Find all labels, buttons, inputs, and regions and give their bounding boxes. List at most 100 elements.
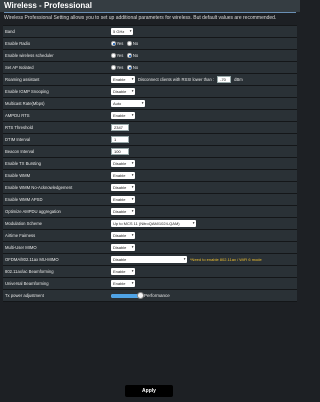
radio-button-icon xyxy=(111,53,116,58)
dropdown-arrow-icon: ▾ xyxy=(131,281,134,286)
settings-row-optimize-ampdu: Optimize AMPDU aggregation Disable ▾ xyxy=(3,206,297,218)
radio-button-icon xyxy=(111,41,116,46)
settings-row-ofdma: OFDMA/802.11ax MU-MIMO Disable ▾ *Need to… xyxy=(3,254,297,266)
settings-row-beacon-interval: Beacon Interval 100 xyxy=(3,146,297,158)
settings-row-ap-isolated: Set AP Isolated Yes No xyxy=(3,62,297,74)
radio-button-icon xyxy=(127,65,132,70)
dtim-interval-input[interactable]: 1 xyxy=(111,136,129,143)
settings-row-wmm-apsd: Enable WMM APSD Enable ▾ xyxy=(3,194,297,206)
dropdown-arrow-icon: ▾ xyxy=(183,257,186,262)
dropdown-arrow-icon: ▾ xyxy=(131,209,134,214)
settings-row-airtime-fairness: Airtime Fairness Disable ▾ xyxy=(3,230,297,242)
modulation-scheme-select[interactable]: Up to MCS 11 (NitroQAM/1024-QAM) ▾ xyxy=(111,219,196,228)
airtime-fairness-select[interactable]: Disable ▾ xyxy=(111,231,135,240)
scheduler-no[interactable]: No xyxy=(127,53,138,58)
enable-radio-yes[interactable]: Yes xyxy=(111,41,123,46)
wmm-no-ack-select[interactable]: Disable ▾ xyxy=(111,183,135,192)
scheduler-yes[interactable]: Yes xyxy=(111,53,123,58)
dropdown-arrow-icon: ▾ xyxy=(192,221,195,226)
settings-row-wmm-no-ack: Enable WMM No-Acknowledgement Disable ▾ xyxy=(3,182,297,194)
tx-power-slider[interactable] xyxy=(111,292,144,299)
multi-user-mimo-select[interactable]: Disable ▾ xyxy=(111,243,135,252)
dropdown-arrow-icon: ▾ xyxy=(131,173,134,178)
setting-label: RTS Threshold xyxy=(5,125,34,130)
setting-label: Beacon Interval xyxy=(5,149,35,154)
rssi-input[interactable]: -70 xyxy=(217,76,232,83)
settings-row-wireless-scheduler: Enable wireless scheduler Yes No xyxy=(3,50,297,62)
enable-radio-no[interactable]: No xyxy=(127,41,138,46)
setting-label: Enable TX Bursting xyxy=(5,161,42,166)
settings-row-rts-threshold: RTS Threshold 2347 xyxy=(3,122,297,134)
settings-row-beamforming: 802.11ax/ac Beamforming Enable ▾ xyxy=(3,266,297,278)
settings-row-wmm: Enable WMM Enable ▾ xyxy=(3,170,297,182)
settings-row-roaming-assistant: Roaming assistant Enable ▾ Disconnect cli… xyxy=(3,74,297,86)
settings-row-igmp-snooping: Enable IGMP Snooping Disable ▾ xyxy=(3,86,297,98)
setting-label: Airtime Fairness xyxy=(5,233,36,238)
slider-handle[interactable] xyxy=(137,292,144,299)
settings-row-universal-beamforming: Universal Beamforming Enable ▾ xyxy=(3,278,297,290)
setting-label: Multicast Rate(Mbps) xyxy=(5,101,45,106)
settings-row-modulation-scheme: Modulation Scheme Up to MCS 11 (NitroQAM… xyxy=(3,218,297,230)
page-header: Wireless - Professional xyxy=(0,0,300,12)
settings-table: Band 5 GHz ▾ Enable Radio Yes No Enable w… xyxy=(3,25,297,302)
setting-label: Enable wireless scheduler xyxy=(5,53,54,58)
settings-row-multicast-rate: Multicast Rate(Mbps) Auto ▾ xyxy=(3,98,297,110)
beamforming-select[interactable]: Enable ▾ xyxy=(111,267,135,276)
setting-label: Enable Radio xyxy=(5,41,31,46)
setting-label: Multi-User MIMO xyxy=(5,245,37,250)
setting-label: Enable WMM APSD xyxy=(5,197,43,202)
dropdown-arrow-icon: ▾ xyxy=(131,161,134,166)
radio-button-icon xyxy=(127,41,132,46)
rssi-description: Disconnect clients with RSSI lower than … xyxy=(138,77,215,82)
settings-row-tx-bursting: Enable TX Bursting Disable ▾ xyxy=(3,158,297,170)
rts-threshold-input[interactable]: 2347 xyxy=(111,124,129,131)
setting-label: Enable WMM No-Acknowledgement xyxy=(5,185,73,190)
dropdown-arrow-icon: ▾ xyxy=(131,89,134,94)
apply-button[interactable]: Apply xyxy=(125,385,173,397)
ofdma-note: *Need to enable 802.11ax / WiFi 6 mode xyxy=(190,257,262,262)
optimize-ampdu-select[interactable]: Disable ▾ xyxy=(111,207,135,216)
title-divider xyxy=(4,12,296,13)
settings-row-ampdu-rts: AMPDU RTS Enable ▾ xyxy=(3,110,297,122)
setting-label: Set AP Isolated xyxy=(5,65,34,70)
settings-row-band: Band 5 GHz ▾ xyxy=(3,26,297,38)
setting-label: DTIM Interval xyxy=(5,137,31,142)
wmm-apsd-select[interactable]: Enable ▾ xyxy=(111,195,135,204)
radio-button-icon xyxy=(127,53,132,58)
wmm-select[interactable]: Enable ▾ xyxy=(111,171,135,180)
roaming-assistant-select[interactable]: Enable ▾ xyxy=(111,75,135,84)
dropdown-arrow-icon: ▾ xyxy=(141,101,144,106)
dropdown-arrow-icon: ▾ xyxy=(131,197,134,202)
setting-label: Modulation Scheme xyxy=(5,221,43,226)
setting-label: Enable WMM xyxy=(5,173,31,178)
setting-label: Optimize AMPDU aggregation xyxy=(5,209,61,214)
setting-label: Enable IGMP Snooping xyxy=(5,89,49,94)
tx-bursting-select[interactable]: Disable ▾ xyxy=(111,159,135,168)
setting-label: Tx power adjustment xyxy=(5,293,44,298)
page-description: Wireless Professional Setting allows you… xyxy=(4,15,277,21)
settings-row-multi-user-mimo: Multi-User MIMO Disable ▾ xyxy=(3,242,297,254)
setting-label: 802.11ax/ac Beamforming xyxy=(5,269,54,274)
settings-row-enable-radio: Enable Radio Yes No xyxy=(3,38,297,50)
setting-label: Band xyxy=(5,29,15,34)
tx-power-level-label: Performance xyxy=(144,293,170,298)
multicast-rate-select[interactable]: Auto ▾ xyxy=(111,99,145,108)
dropdown-arrow-icon: ▾ xyxy=(131,185,134,190)
ap-isolated-no[interactable]: No xyxy=(127,65,138,70)
universal-beamforming-select[interactable]: Enable ▾ xyxy=(111,279,135,288)
dropdown-arrow-icon: ▾ xyxy=(131,113,134,118)
dropdown-arrow-icon: ▾ xyxy=(131,245,134,250)
ampdu-rts-select[interactable]: Enable ▾ xyxy=(111,111,135,120)
dropdown-arrow-icon: ▾ xyxy=(131,269,134,274)
ofdma-select[interactable]: Disable ▾ xyxy=(111,255,187,264)
band-select[interactable]: 5 GHz ▾ xyxy=(111,27,133,36)
beacon-interval-input[interactable]: 100 xyxy=(111,148,129,155)
igmp-snooping-select[interactable]: Disable ▾ xyxy=(111,87,135,96)
dropdown-arrow-icon: ▾ xyxy=(131,77,134,82)
page-title: Wireless - Professional xyxy=(4,1,92,10)
setting-label: Roaming assistant xyxy=(5,77,40,82)
settings-row-dtim-interval: DTIM Interval 1 xyxy=(3,134,297,146)
dropdown-arrow-icon: ▾ xyxy=(131,233,134,238)
ap-isolated-yes[interactable]: Yes xyxy=(111,65,123,70)
settings-row-tx-power: Tx power adjustment Performance xyxy=(3,290,297,302)
